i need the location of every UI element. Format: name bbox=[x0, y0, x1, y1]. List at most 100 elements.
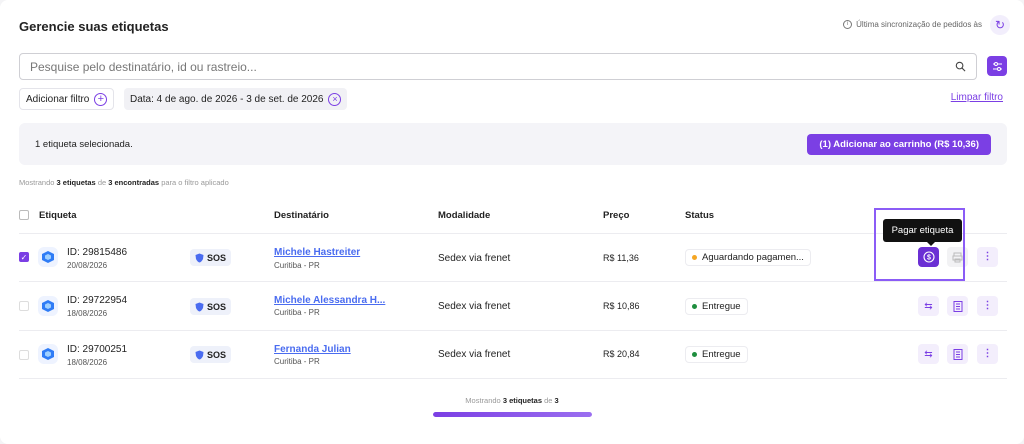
pagination-summary: Mostrando 3 etiquetas de 3 bbox=[0, 396, 1024, 405]
shield-icon bbox=[195, 253, 204, 262]
refresh-icon: ↻ bbox=[994, 18, 1006, 32]
sync-info: i Última sincronização de pedidos às bbox=[843, 20, 982, 29]
more-vertical-icon: ⋮ bbox=[982, 348, 993, 359]
more-vertical-icon: ⋮ bbox=[982, 251, 993, 262]
footer-shown: 3 etiquetas bbox=[502, 396, 542, 405]
page-title: Gerencie suas etiquetas bbox=[19, 19, 169, 34]
plus-circle-icon: + bbox=[94, 92, 108, 106]
refresh-button[interactable]: ↻ bbox=[990, 15, 1010, 35]
shield-icon bbox=[195, 350, 204, 359]
info-icon: i bbox=[843, 20, 853, 29]
recipient-link[interactable]: Fernanda Julian bbox=[274, 344, 351, 355]
footer-total: 3 bbox=[554, 396, 559, 405]
row-id: ID: 29700251 bbox=[67, 344, 128, 355]
labels-card: Gerencie suas etiquetas i Última sincron… bbox=[0, 0, 1024, 444]
divider bbox=[19, 281, 1007, 282]
invoice-icon bbox=[953, 300, 962, 312]
sos-badge: SOS bbox=[190, 249, 232, 266]
recipient-link[interactable]: Michele Hastreiter bbox=[274, 247, 360, 258]
row-checkbox[interactable] bbox=[19, 301, 29, 311]
swap-arrows-icon: ⇆ bbox=[924, 300, 933, 312]
summary-suffix: para o filtro aplicado bbox=[161, 178, 229, 187]
divider bbox=[19, 330, 1007, 331]
carrier-logo bbox=[38, 296, 58, 316]
search-input[interactable] bbox=[30, 59, 955, 74]
divider bbox=[19, 378, 1007, 379]
search-box bbox=[19, 53, 977, 80]
header-status[interactable]: Status bbox=[685, 210, 714, 221]
add-to-cart-button[interactable]: (1) Adicionar ao carrinho (R$ 10,36) bbox=[807, 134, 991, 155]
header-preco[interactable]: Preço bbox=[603, 210, 629, 221]
divider bbox=[19, 233, 1007, 234]
row-date: 20/08/2026 bbox=[67, 261, 108, 270]
row-id: ID: 29722954 bbox=[67, 295, 128, 306]
recipient-link[interactable]: Michele Alessandra H... bbox=[274, 295, 385, 306]
recipient-city: Curitiba - PR bbox=[274, 261, 320, 270]
footer-prefix: Mostrando bbox=[465, 396, 501, 405]
invoice-button[interactable] bbox=[947, 296, 968, 316]
header-etiqueta[interactable]: Etiqueta bbox=[39, 210, 76, 221]
status-badge: Aguardando pagamen... bbox=[685, 249, 811, 266]
modality: Sedex via frenet bbox=[438, 349, 511, 360]
summary-found: 3 encontradas bbox=[108, 178, 160, 187]
row-checkbox[interactable]: ✓ bbox=[19, 252, 29, 262]
swap-button[interactable]: ⇆ bbox=[918, 296, 939, 316]
status-label: Entregue bbox=[702, 349, 741, 360]
recipient-city: Curitiba - PR bbox=[274, 357, 320, 366]
invoice-button[interactable] bbox=[947, 344, 968, 364]
swap-button[interactable]: ⇆ bbox=[918, 344, 939, 364]
more-vertical-icon: ⋮ bbox=[982, 300, 993, 311]
status-dot bbox=[692, 352, 697, 357]
summary-shown: 3 etiquetas bbox=[56, 178, 96, 187]
status-dot bbox=[692, 304, 697, 309]
status-label: Entregue bbox=[702, 301, 741, 312]
row-id: ID: 29815486 bbox=[67, 247, 128, 258]
selection-bar: 1 etiqueta selecionada. (1) Adicionar ao… bbox=[19, 123, 1007, 165]
summary-mid: de bbox=[97, 178, 107, 187]
shield-icon bbox=[195, 302, 204, 311]
more-options-button[interactable]: ⋮ bbox=[977, 296, 998, 316]
sos-label: SOS bbox=[207, 301, 227, 312]
filter-settings-button[interactable] bbox=[987, 56, 1007, 76]
clear-filter-link[interactable]: Limpar filtro bbox=[951, 92, 1003, 103]
row-checkbox[interactable] bbox=[19, 350, 29, 360]
recipient-city: Curitiba - PR bbox=[274, 308, 320, 317]
summary-prefix: Mostrando bbox=[19, 178, 55, 187]
status-badge: Entregue bbox=[685, 298, 748, 315]
swap-arrows-icon: ⇆ bbox=[924, 348, 933, 360]
remove-filter-icon[interactable]: × bbox=[328, 92, 342, 106]
sos-label: SOS bbox=[207, 349, 227, 360]
modality: Sedex via frenet bbox=[438, 253, 511, 264]
sync-text: Última sincronização de pedidos às bbox=[856, 20, 982, 29]
add-filter-button[interactable]: Adicionar filtro + bbox=[19, 88, 115, 110]
row-date: 18/08/2026 bbox=[67, 309, 108, 318]
pagination-progress-fill bbox=[433, 412, 592, 417]
price: R$ 10,86 bbox=[603, 301, 640, 311]
status-label: Aguardando pagamen... bbox=[702, 252, 804, 263]
carrier-logo-icon bbox=[42, 348, 54, 360]
status-badge: Entregue bbox=[685, 346, 748, 363]
pagination-progress bbox=[433, 412, 592, 417]
date-filter-label: Data: 4 de ago. de 2026 - 3 de set. de 2… bbox=[130, 93, 324, 105]
carrier-logo bbox=[38, 344, 58, 364]
sliders-icon bbox=[992, 61, 1002, 71]
more-options-button[interactable]: ⋮ bbox=[977, 247, 998, 267]
more-options-button[interactable]: ⋮ bbox=[977, 344, 998, 364]
sos-label: SOS bbox=[207, 252, 227, 263]
price: R$ 11,36 bbox=[603, 253, 639, 263]
row-date: 18/08/2026 bbox=[67, 358, 108, 367]
select-all-checkbox[interactable] bbox=[19, 210, 29, 220]
pay-label-tooltip: Pagar etiqueta bbox=[883, 219, 962, 246]
selection-count: 1 etiqueta selecionada. bbox=[35, 139, 133, 150]
modality: Sedex via frenet bbox=[438, 301, 511, 312]
carrier-logo-icon bbox=[42, 300, 54, 312]
footer-mid: de bbox=[544, 396, 553, 405]
header-modalidade[interactable]: Modalidade bbox=[438, 210, 490, 221]
sos-badge: SOS bbox=[190, 298, 232, 315]
sos-badge: SOS bbox=[190, 346, 232, 363]
header-destinatario[interactable]: Destinatário bbox=[274, 210, 329, 221]
search-icon[interactable] bbox=[955, 61, 966, 72]
carrier-logo bbox=[38, 247, 58, 267]
price: R$ 20,84 bbox=[603, 349, 640, 359]
results-summary: Mostrando 3 etiquetas de 3 encontradas p… bbox=[19, 178, 229, 187]
